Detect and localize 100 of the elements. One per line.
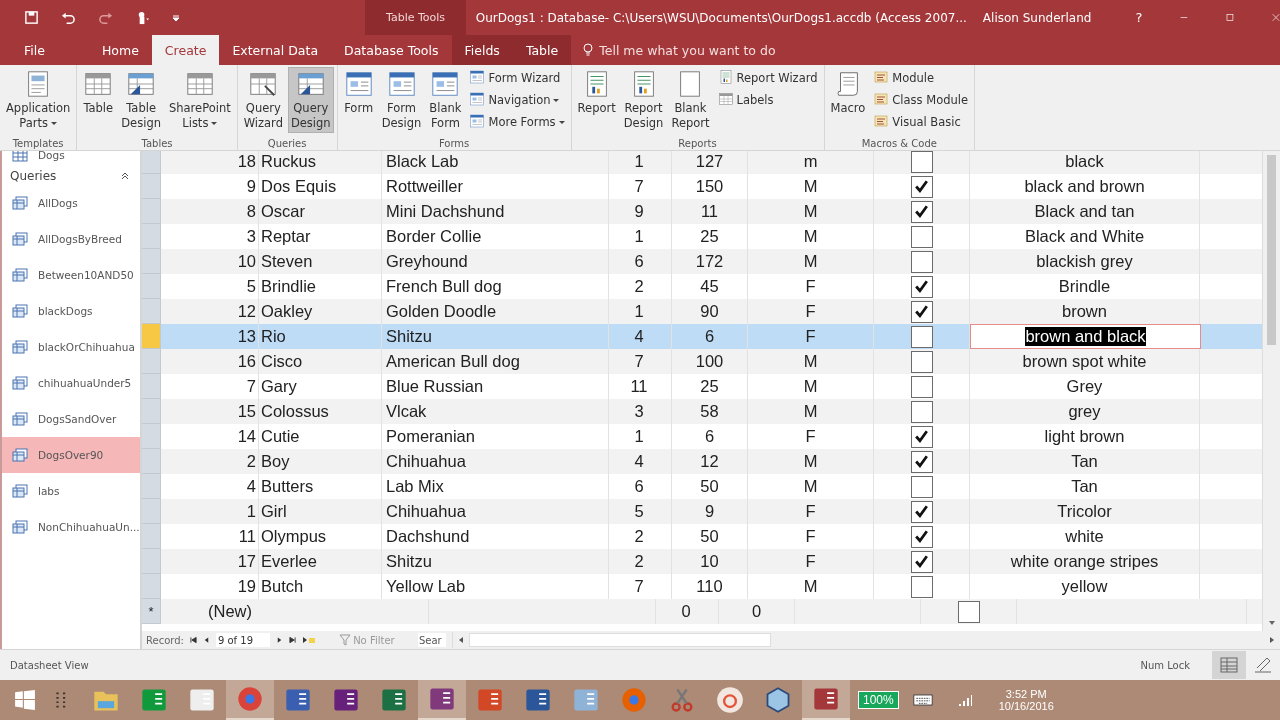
checkbox[interactable]	[910, 475, 933, 498]
group-label: Templates	[11, 137, 65, 150]
save-icon[interactable]	[24, 10, 39, 25]
checkbox[interactable]	[910, 275, 933, 298]
group-label: Tables	[140, 137, 174, 150]
ribbon-button[interactable]: Application Parts	[3, 67, 74, 133]
ribbon-button[interactable]: Macro	[827, 67, 869, 118]
checkbox[interactable]	[957, 600, 980, 623]
taskbar-button[interactable]	[418, 680, 466, 720]
num-lock-indicator: Num Lock	[1140, 659, 1190, 671]
ribbon-tab[interactable]: Create	[151, 35, 220, 65]
datasheet-view-icon[interactable]	[1212, 651, 1246, 679]
query-item[interactable]: DogsOver90	[2, 437, 140, 473]
scrollbar-thumb[interactable]	[1267, 155, 1276, 345]
checkmark-icon	[913, 278, 930, 295]
ribbon-tab[interactable]: Database Tools	[331, 35, 452, 65]
query-icon	[12, 196, 28, 210]
checkbox[interactable]	[910, 425, 933, 448]
query-item[interactable]: Between10AND50	[2, 257, 140, 293]
checkbox[interactable]	[910, 350, 933, 373]
ribbon-button[interactable]: Blank Report	[668, 67, 713, 133]
checkbox[interactable]	[910, 175, 933, 198]
checkbox[interactable]	[910, 375, 933, 398]
help-button[interactable]: ?	[1135, 10, 1143, 25]
ribbon-tab[interactable]: File	[0, 35, 69, 65]
checkbox[interactable]	[910, 300, 933, 323]
query-item[interactable]: AllDogs	[2, 185, 140, 221]
scroll-down-icon[interactable]	[1267, 619, 1276, 627]
maximize-icon[interactable]	[1226, 12, 1235, 23]
filter-label: No Filter	[353, 634, 395, 646]
ribbon-button[interactable]: Visual Basic	[870, 111, 972, 133]
navigation-item[interactable]: Dogs	[2, 151, 140, 165]
ribbon-button[interactable]: Table	[80, 67, 117, 118]
table-cell: white orange stripes	[1010, 552, 1159, 571]
checkbox[interactable]	[910, 400, 933, 423]
customize-icon[interactable]	[172, 13, 180, 22]
checkmark-icon	[913, 428, 930, 445]
query-item[interactable]: DogsSandOver	[2, 401, 140, 437]
checkbox[interactable]	[910, 151, 933, 173]
checkbox[interactable]	[910, 225, 933, 248]
ribbon-button[interactable]: Navigation	[466, 89, 568, 111]
taskbar-button[interactable]	[802, 680, 850, 720]
ribbon-button[interactable]: Query Wizard	[240, 67, 286, 133]
ribbon-button[interactable]: Table Design	[118, 67, 164, 133]
ribbon-button[interactable]: Module	[870, 67, 972, 89]
new-record-icon[interactable]	[301, 636, 316, 644]
query-item[interactable]: AllDogsByBreed	[2, 221, 140, 257]
ribbon-button[interactable]: Form Wizard	[466, 67, 568, 89]
checkmark-icon	[913, 453, 930, 470]
close-icon[interactable]	[1272, 12, 1280, 23]
record-number-field[interactable]: 9 of 19	[215, 633, 270, 647]
checkbox[interactable]	[910, 325, 933, 348]
user-name[interactable]: Alison Sunderland	[982, 10, 1092, 25]
ribbon-tab[interactable]: External Data	[219, 35, 332, 65]
checkbox[interactable]	[910, 200, 933, 223]
ribbon-button[interactable]: Query Design	[287, 67, 334, 133]
last-record-icon[interactable]	[288, 636, 296, 644]
ribbon-tab[interactable]: Home	[88, 35, 152, 65]
ribbon-button[interactable]: Report Wizard	[714, 67, 821, 89]
ribbon-button[interactable]: SharePoint Lists	[165, 67, 234, 133]
query-label: blackOrChihuahua	[38, 341, 135, 353]
windows-logo-icon[interactable]	[14, 689, 36, 711]
ribbon-button[interactable]: Class Module	[870, 89, 972, 111]
checkbox[interactable]	[910, 500, 933, 523]
checkbox[interactable]	[910, 250, 933, 273]
vertical-scrollbar[interactable]	[1262, 151, 1280, 631]
undo-icon[interactable]	[61, 10, 76, 25]
ribbon-button[interactable]: Report Design	[620, 67, 667, 133]
search-field[interactable]: Sear	[417, 633, 446, 647]
checkbox[interactable]	[910, 550, 933, 573]
query-item[interactable]: blackDogs	[2, 293, 140, 329]
ribbon-button[interactable]: Report	[574, 67, 619, 118]
ribbon-button[interactable]: Labels	[714, 89, 821, 111]
ribbon-tab[interactable]: Fields	[451, 35, 513, 65]
checkmark-icon	[913, 503, 930, 520]
checkbox[interactable]	[910, 525, 933, 548]
query-icon	[12, 520, 28, 534]
keyboard-icon[interactable]	[912, 692, 933, 708]
checkbox[interactable]	[910, 575, 933, 598]
ribbon-button[interactable]: Form	[340, 67, 377, 118]
ribbon-tab[interactable]: Table	[512, 35, 572, 65]
checkbox[interactable]	[910, 450, 933, 473]
scroll-right-icon[interactable]	[1268, 636, 1276, 644]
ribbon-button[interactable]: Blank Form	[426, 67, 465, 133]
query-item[interactable]: NonChihuahuaUn...	[2, 509, 140, 545]
table-cell: Brindle	[1058, 277, 1111, 296]
collapse-icon[interactable]	[120, 171, 130, 181]
ring-icon	[716, 686, 744, 714]
query-item[interactable]: chihuahuaUnder5	[2, 365, 140, 401]
query-icon	[12, 448, 28, 462]
query-item[interactable]: labs	[2, 473, 140, 509]
group-label: Queries	[266, 137, 308, 150]
ribbon-button[interactable]: More Forms	[466, 111, 568, 133]
first-record-icon[interactable]	[189, 636, 197, 644]
tell-me-field[interactable]: Tell me what you want to do	[597, 41, 802, 59]
ribbon-button[interactable]: Form Design	[378, 67, 425, 133]
taskbar-button[interactable]	[226, 680, 274, 720]
previous-record-icon[interactable]	[202, 636, 210, 644]
next-record-icon[interactable]	[275, 636, 283, 644]
query-item[interactable]: blackOrChihuahua	[2, 329, 140, 365]
